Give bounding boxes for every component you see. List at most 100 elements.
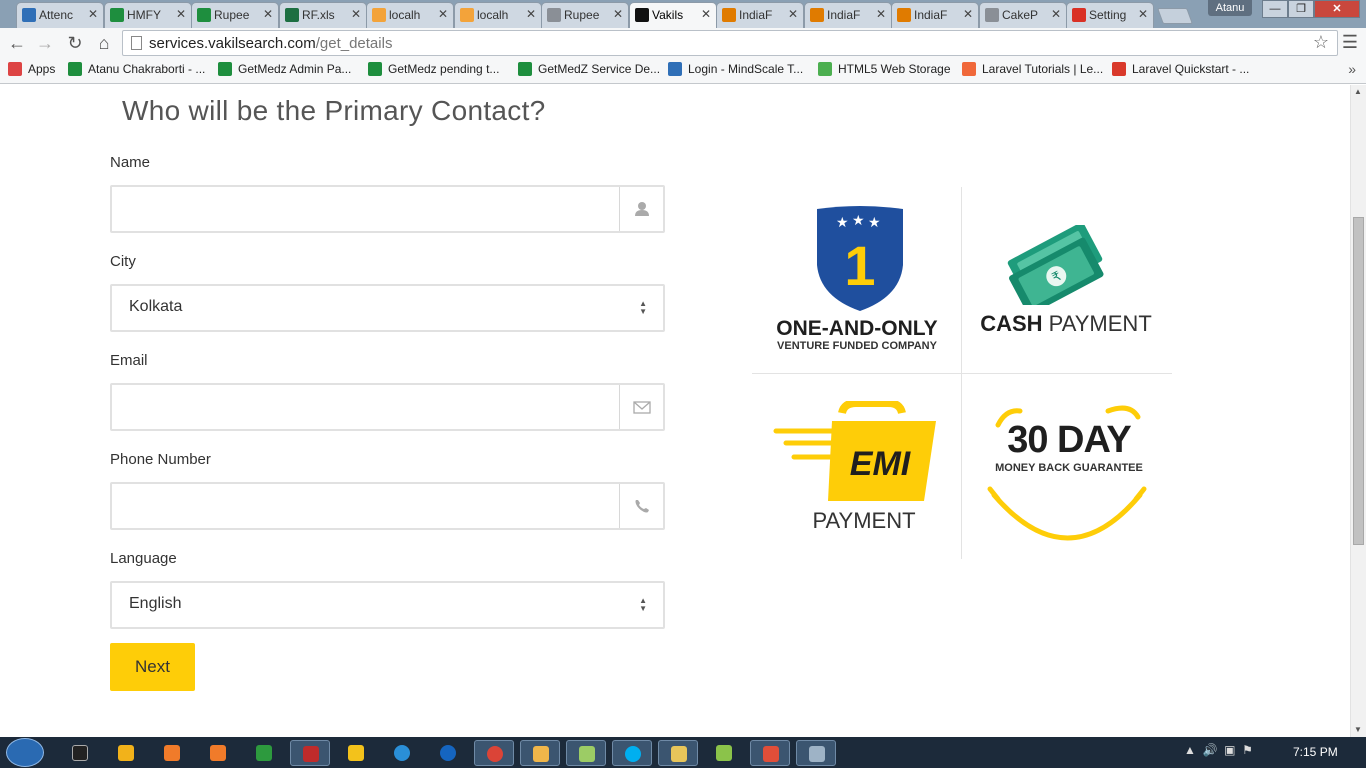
tab-close-icon[interactable]: ✕ bbox=[176, 7, 186, 21]
bookmark-item[interactable]: Laravel Tutorials | Le... bbox=[962, 62, 1103, 76]
scroll-down-icon[interactable]: ▼ bbox=[1354, 725, 1362, 734]
taskbar-chat-icon[interactable] bbox=[704, 740, 744, 766]
browser-tab[interactable]: Rupee ✕ bbox=[191, 2, 279, 28]
tab-title: IndiaF bbox=[914, 8, 948, 22]
phone-addon bbox=[619, 484, 663, 528]
taskbar-media-icon[interactable] bbox=[106, 740, 146, 766]
browser-tab[interactable]: HMFY ✕ bbox=[104, 2, 192, 28]
bookmark-item[interactable]: GetMedz Admin Pa... bbox=[218, 62, 351, 76]
tab-close-icon[interactable]: ✕ bbox=[526, 7, 536, 21]
chrome-menu-icon[interactable]: ☰ bbox=[1342, 32, 1358, 53]
browser-tab[interactable]: localh ✕ bbox=[366, 2, 454, 28]
page-icon bbox=[131, 36, 142, 50]
browser-tab[interactable]: Vakils ✕ bbox=[629, 2, 717, 28]
bookmark-star-icon[interactable]: ☆ bbox=[1313, 32, 1329, 53]
tab-close-icon[interactable]: ✕ bbox=[613, 7, 623, 21]
envelope-icon bbox=[633, 401, 651, 414]
system-tray-icons[interactable]: ▲ 🔊 ▣ ⚑ bbox=[1184, 743, 1253, 757]
scroll-thumb[interactable] bbox=[1353, 217, 1364, 545]
browser-tab[interactable]: IndiaF ✕ bbox=[804, 2, 892, 28]
tab-close-icon[interactable]: ✕ bbox=[263, 7, 273, 21]
tab-close-icon[interactable]: ✕ bbox=[788, 7, 798, 21]
page-icon bbox=[547, 8, 561, 22]
back-arrow-icon[interactable]: ← bbox=[6, 32, 28, 54]
money-back-text: MONEY BACK GUARANTEE bbox=[995, 462, 1143, 474]
window-close-button[interactable]: ✕ bbox=[1314, 0, 1360, 18]
new-tab-button[interactable] bbox=[1157, 8, 1193, 24]
phone-label: Phone Number bbox=[110, 451, 211, 468]
browser-toolbar: ← → ↻ ⌂ services.vakilsearch.com/get_det… bbox=[0, 28, 1366, 58]
taskbar-tool-icon[interactable] bbox=[336, 740, 376, 766]
windows-taskbar: ▲ 🔊 ▣ ⚑ 7:15 PM bbox=[0, 737, 1366, 768]
maximize-button[interactable]: ❐ bbox=[1288, 0, 1314, 18]
taskbar-notepad-icon[interactable] bbox=[566, 740, 606, 766]
tab-close-icon[interactable]: ✕ bbox=[963, 7, 973, 21]
taskbar-cmd-icon[interactable] bbox=[60, 740, 100, 766]
tab-title: localh bbox=[389, 8, 421, 22]
sheets-icon bbox=[518, 62, 532, 76]
bookmark-item[interactable]: Apps bbox=[8, 62, 55, 76]
name-field-wrapper bbox=[110, 185, 665, 233]
taskbar-chrome-icon[interactable] bbox=[474, 740, 514, 766]
more-bookmarks-icon[interactable]: » bbox=[1348, 61, 1356, 77]
bookmark-item[interactable]: HTML5 Web Storage bbox=[818, 62, 951, 76]
language-select[interactable]: English ▲ ▼ bbox=[110, 581, 665, 629]
browser-tab[interactable]: CakeP ✕ bbox=[979, 2, 1067, 28]
browser-tab[interactable]: Attenc ✕ bbox=[16, 2, 104, 28]
tab-close-icon[interactable]: ✕ bbox=[88, 7, 98, 21]
taskbar-skype-icon[interactable] bbox=[612, 740, 652, 766]
taskbar-xampp-icon[interactable] bbox=[152, 740, 192, 766]
next-button[interactable]: Next bbox=[110, 643, 195, 691]
scroll-up-icon[interactable]: ▲ bbox=[1354, 87, 1362, 96]
page-scrollbar[interactable]: ▲ ▼ bbox=[1350, 85, 1366, 737]
tab-close-icon[interactable]: ✕ bbox=[1051, 7, 1061, 21]
address-bar[interactable]: services.vakilsearch.com/get_details ☆ bbox=[122, 30, 1338, 56]
tab-close-icon[interactable]: ✕ bbox=[1138, 7, 1148, 21]
browser-tab[interactable]: IndiaF ✕ bbox=[716, 2, 804, 28]
bookmark-item[interactable]: Laravel Quickstart - ... bbox=[1112, 62, 1249, 76]
city-select[interactable]: Kolkata ▲ ▼ bbox=[110, 284, 665, 332]
profile-badge[interactable]: Atanu bbox=[1208, 0, 1252, 16]
bookmark-item[interactable]: GetMedz pending t... bbox=[368, 62, 499, 76]
name-label: Name bbox=[110, 154, 151, 171]
taskbar-filezilla-icon[interactable] bbox=[290, 740, 330, 766]
taskbar-explorer-icon[interactable] bbox=[658, 740, 698, 766]
badge-divider-horizontal bbox=[752, 373, 1172, 374]
tab-close-icon[interactable]: ✕ bbox=[438, 7, 448, 21]
browser-tab[interactable]: Rupee ✕ bbox=[541, 2, 629, 28]
tab-title: IndiaF bbox=[827, 8, 861, 22]
bookmark-item[interactable]: Atanu Chakraborti - ... bbox=[68, 62, 205, 76]
bookmark-label: Apps bbox=[28, 62, 56, 76]
taskbar-dbtool-icon[interactable] bbox=[796, 740, 836, 766]
page-icon bbox=[985, 8, 999, 22]
taskbar-xampp2-icon[interactable] bbox=[198, 740, 238, 766]
browser-tab[interactable]: Setting ✕ bbox=[1066, 2, 1154, 28]
forward-arrow-icon[interactable]: → bbox=[34, 32, 56, 54]
browser-tab[interactable]: localh ✕ bbox=[454, 2, 542, 28]
minimize-button[interactable]: — bbox=[1262, 0, 1288, 18]
email-input[interactable] bbox=[112, 385, 620, 429]
browser-tab[interactable]: IndiaF ✕ bbox=[891, 2, 979, 28]
taskbar-app-icon[interactable] bbox=[520, 740, 560, 766]
taskbar-ie-icon[interactable] bbox=[382, 740, 422, 766]
bookmark-label: Laravel Tutorials | Le... bbox=[982, 62, 1104, 76]
phone-input[interactable] bbox=[112, 484, 620, 528]
browser-tab[interactable]: RF.xls ✕ bbox=[279, 2, 367, 28]
taskbar-clock[interactable]: 7:15 PM bbox=[1293, 745, 1338, 759]
sheets-icon bbox=[110, 8, 124, 22]
tab-close-icon[interactable]: ✕ bbox=[701, 7, 711, 21]
windows-start-icon[interactable] bbox=[6, 738, 44, 767]
taskbar-edge-icon[interactable] bbox=[428, 740, 468, 766]
name-addon bbox=[619, 187, 663, 231]
select-arrows-icon: ▲ ▼ bbox=[639, 299, 647, 316]
taskbar-network-icon[interactable] bbox=[244, 740, 284, 766]
cash-payment-text: CASH PAYMENT bbox=[980, 311, 1152, 337]
bookmark-item[interactable]: Login - MindScale T... bbox=[668, 62, 803, 76]
reload-icon[interactable]: ↻ bbox=[64, 32, 86, 54]
tab-close-icon[interactable]: ✕ bbox=[876, 7, 886, 21]
home-icon[interactable]: ⌂ bbox=[93, 32, 115, 54]
tab-close-icon[interactable]: ✕ bbox=[351, 7, 361, 21]
bookmark-item[interactable]: GetMedZ Service De... bbox=[518, 62, 660, 76]
name-input[interactable] bbox=[112, 187, 620, 231]
taskbar-git-icon[interactable] bbox=[750, 740, 790, 766]
